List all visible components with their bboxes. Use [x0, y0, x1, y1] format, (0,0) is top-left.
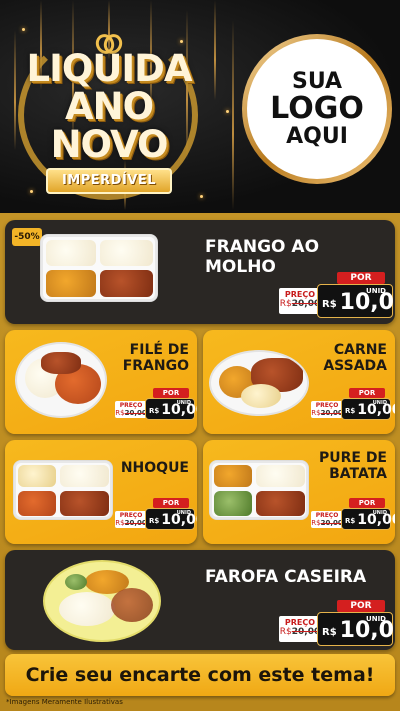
por-label: POR — [153, 498, 189, 508]
header-banner: LIQUIDA ANO NOVO IMPERDÍVEL SUA LOGO AQU… — [0, 0, 400, 213]
price-tag: POR PREÇO R$20,00 R$ 10,00 UNID — [105, 498, 197, 540]
food-image — [209, 460, 309, 520]
food-image — [43, 560, 161, 642]
discount-badge: -50% — [12, 228, 42, 246]
product-name: CARNE ASSADA — [323, 342, 387, 375]
product-name: FILÉ DE FRANGO — [122, 342, 189, 375]
old-price: PREÇO R$20,00 — [279, 288, 321, 314]
por-label: POR — [337, 272, 385, 284]
price-tag: POR PREÇO R$20,00 R$ 10,00 UNID — [301, 498, 395, 540]
title-line-1: LIQUIDA — [26, 47, 193, 90]
sparkle — [226, 110, 229, 113]
product-card-carne-assada[interactable]: CARNE ASSADA POR PREÇO R$20,00 R$ 10,00 … — [203, 330, 395, 434]
por-label: POR — [153, 388, 189, 398]
old-price: PREÇO R$20,00 — [311, 511, 343, 528]
por-label: POR — [349, 388, 385, 398]
product-card-frango-ao-molho[interactable]: -50% FRANGO AO MOLHO POR PREÇO R$20,00 R… — [5, 220, 395, 324]
old-price: PREÇO R$20,00 — [279, 616, 321, 642]
product-name: FAROFA CASEIRA — [205, 567, 367, 587]
product-card-file-de-frango[interactable]: FILÉ DE FRANGO POR PREÇO R$20,00 R$ 10,0… — [5, 330, 197, 434]
old-price: PREÇO R$20,00 — [115, 511, 147, 528]
product-name: PURE DE BATATA — [318, 450, 387, 483]
current-price: R$ 10,00 UNID — [145, 508, 197, 530]
logo-placeholder: SUA LOGO AQUI — [242, 34, 392, 184]
old-price: PREÇO R$20,00 — [115, 401, 147, 418]
current-price: R$ 10,00 UNID — [145, 398, 197, 420]
sparkle — [200, 195, 203, 198]
old-price: PREÇO R$20,00 — [311, 401, 343, 418]
light-streak — [214, 0, 216, 100]
food-image — [15, 342, 107, 418]
sparkle — [180, 40, 183, 43]
por-label: POR — [349, 498, 385, 508]
imperdivel-badge: IMPERDÍVEL — [45, 168, 173, 194]
cta-banner[interactable]: Crie seu encarte com este tema! — [5, 654, 395, 696]
price-tag: POR PREÇO R$20,00 R$ 10,00 UNID — [105, 388, 197, 430]
title-line-2: ANO NOVO — [50, 85, 169, 166]
por-label: POR — [337, 600, 385, 612]
current-price: R$ 10,00 UNID — [317, 612, 395, 646]
price-tag: POR PREÇO R$20,00 R$ 10,00 UNID — [275, 272, 395, 322]
product-card-pure-de-batata[interactable]: PURE DE BATATA POR PREÇO R$20,00 R$ 10,0… — [203, 440, 395, 544]
disclaimer-text: *Imagens Meramente Ilustrativas — [6, 698, 123, 706]
food-image — [13, 460, 113, 520]
light-streak — [232, 20, 234, 210]
current-price: R$ 10,00 UNID — [341, 508, 395, 530]
product-card-farofa-caseira[interactable]: FAROFA CASEIRA POR PREÇO R$20,00 R$ 10,0… — [5, 550, 395, 650]
food-image — [40, 234, 158, 302]
logo-text-1: SUA — [291, 69, 343, 95]
price-tag: POR PREÇO R$20,00 R$ 10,00 UNID — [275, 600, 395, 650]
promo-title: LIQUIDA ANO NOVO IMPERDÍVEL — [14, 50, 204, 194]
product-name: NHOQUE — [120, 460, 189, 476]
product-card-nhoque[interactable]: NHOQUE POR PREÇO R$20,00 R$ 10,00 UNID — [5, 440, 197, 544]
food-image — [209, 350, 309, 416]
logo-text-2: LOGO — [270, 91, 364, 127]
flyer-page: LIQUIDA ANO NOVO IMPERDÍVEL SUA LOGO AQU… — [0, 0, 400, 711]
sparkle — [22, 28, 25, 31]
current-price: R$ 10,00 UNID — [317, 284, 395, 318]
current-price: R$ 10,00 UNID — [341, 398, 395, 420]
logo-text-3: AQUI — [286, 123, 348, 149]
price-tag: POR PREÇO R$20,00 R$ 10,00 UNID — [301, 388, 395, 430]
